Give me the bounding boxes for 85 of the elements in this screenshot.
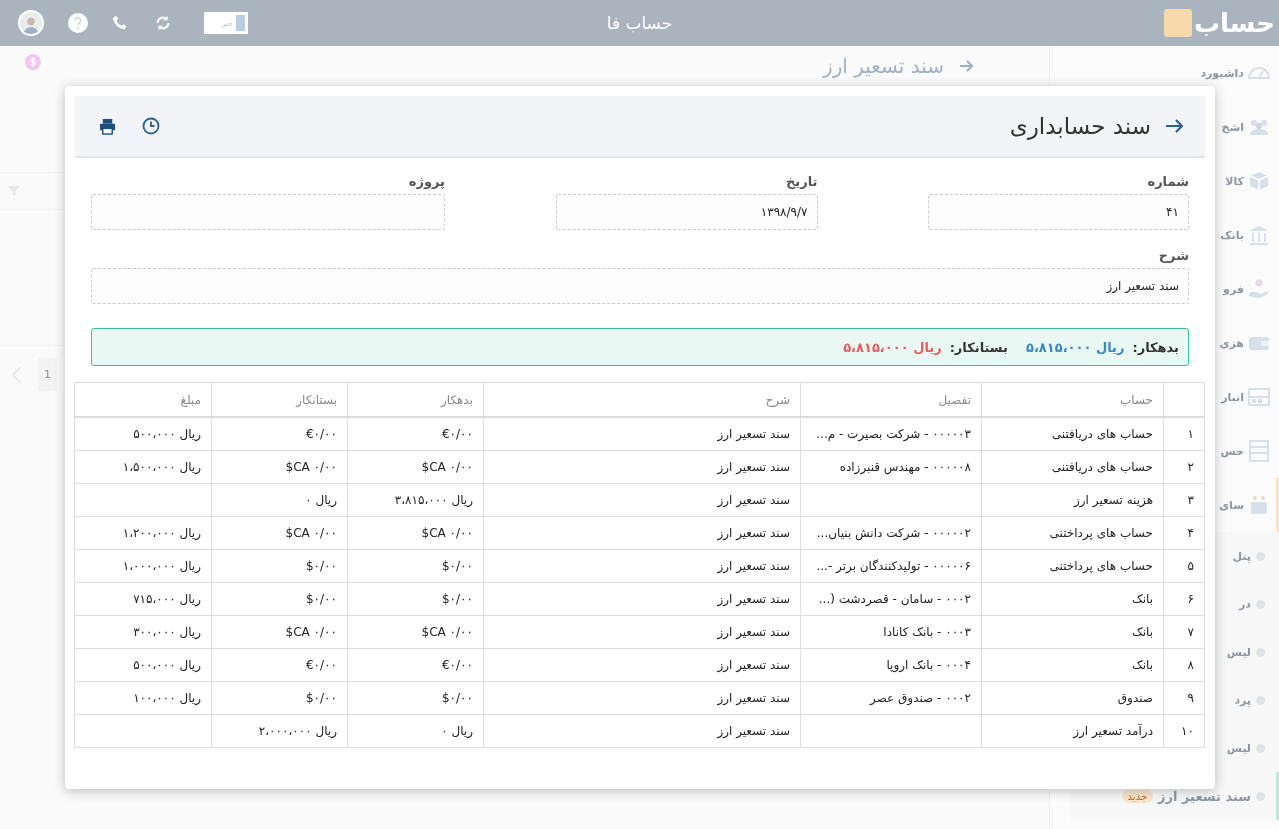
column-header: بستانکار bbox=[211, 382, 348, 417]
column-header: حساب bbox=[981, 382, 1164, 417]
amount-cell: ریال ۱،۰۰۰،۰۰۰ bbox=[74, 549, 212, 583]
app-title: حساب فا bbox=[606, 13, 673, 33]
row-number: ۵ bbox=[1163, 549, 1205, 583]
credit-cell: $۰/۰۰ bbox=[211, 549, 348, 583]
credit-cell: ریال ۰ bbox=[211, 483, 348, 517]
account-cell: حساب های دریافتنی bbox=[981, 450, 1164, 484]
credit-cell: $۰/۰۰ bbox=[211, 582, 348, 616]
debit-cell: €۰/۰۰ bbox=[347, 417, 484, 451]
debit-cell: $۰/۰۰ bbox=[347, 681, 484, 715]
detail-cell: ۰۰۰۰۰۳ - شرکت بصیرت - م... bbox=[800, 417, 982, 451]
row-number: ۷ bbox=[1163, 615, 1205, 649]
field-label: تاریخ bbox=[785, 174, 818, 191]
credit-cell: €۰/۰۰ bbox=[211, 417, 348, 451]
amount-cell: ریال ۵۰۰،۰۰۰ bbox=[74, 648, 212, 682]
credit-cell: $CA ۰/۰۰ bbox=[211, 450, 348, 484]
debit-cell: $CA ۰/۰۰ bbox=[347, 615, 484, 649]
debit-cell: ریال ۳،۸۱۵،۰۰۰ bbox=[347, 483, 484, 517]
field-label: شماره bbox=[1146, 174, 1189, 191]
description-cell: سند تسعیر ارز bbox=[483, 549, 801, 583]
credit-label: بستانکار: bbox=[949, 339, 1008, 355]
debit-cell: $CA ۰/۰۰ bbox=[347, 450, 484, 484]
column-header: بدهکار bbox=[347, 382, 484, 417]
account-cell: بانک bbox=[981, 582, 1164, 616]
debit-cell: $۰/۰۰ bbox=[347, 549, 484, 583]
description-cell: سند تسعیر ارز bbox=[483, 582, 801, 616]
debit-cell: $CA ۰/۰۰ bbox=[347, 516, 484, 550]
row-number: ۹ bbox=[1163, 681, 1205, 715]
credit-cell: ریال ۲،۰۰۰،۰۰۰ bbox=[211, 714, 348, 748]
row-number: ۱ bbox=[1163, 417, 1205, 451]
row-number: ۴ bbox=[1163, 516, 1205, 550]
detail-cell: ۰۰۰۰۰۸ - مهندس قنبرزاده bbox=[800, 450, 982, 484]
debit-cell: ریال ۰ bbox=[347, 714, 484, 748]
column-header: تفصیل bbox=[800, 382, 982, 417]
amount-cell: ریال ۱۰۰،۰۰۰ bbox=[74, 681, 212, 715]
debit-cell: €۰/۰۰ bbox=[347, 648, 484, 682]
account-cell: صندوق bbox=[981, 681, 1164, 715]
description-cell: سند تسعیر ارز bbox=[483, 714, 801, 748]
credit-cell: €۰/۰۰ bbox=[211, 648, 348, 682]
amount-cell: ریال ۱،۵۰۰،۰۰۰ bbox=[74, 450, 212, 484]
description-cell: سند تسعیر ارز bbox=[483, 417, 801, 451]
credit-total: ریال ۵،۸۱۵،۰۰۰ bbox=[843, 339, 942, 355]
amount-cell: ریال ۵۰۰،۰۰۰ bbox=[74, 417, 212, 451]
debit-label: بدهکار: bbox=[1132, 339, 1179, 355]
account-cell: بانک bbox=[981, 615, 1164, 649]
detail-cell: ۰۰۰۲ - سامان - قصردشت (... bbox=[800, 582, 982, 616]
detail-cell: ۰۰۰۳ - بانک کانادا bbox=[800, 615, 982, 649]
amount-cell: ریال ۷۱۵،۰۰۰ bbox=[74, 582, 212, 616]
description-cell: سند تسعیر ارز bbox=[483, 681, 801, 715]
account-cell: حساب های دریافتنی bbox=[981, 417, 1164, 451]
detail-cell: ۰۰۰۲ - صندوق عصر bbox=[800, 681, 982, 715]
account-cell: حساب های پرداختنی bbox=[981, 549, 1164, 583]
account-cell: هزینه تسعیر ارز bbox=[981, 483, 1164, 517]
debit-cell: $۰/۰۰ bbox=[347, 582, 484, 616]
page-title: سند تسعیر ارز bbox=[823, 54, 944, 78]
account-cell: حساب های پرداختنی bbox=[981, 516, 1164, 550]
account-cell: بانک bbox=[981, 648, 1164, 682]
description-cell: سند تسعیر ارز bbox=[483, 615, 801, 649]
amount-cell: ریال ۳۰۰،۰۰۰ bbox=[74, 615, 212, 649]
row-number: ۳ bbox=[1163, 483, 1205, 517]
detail-cell: ۰۰۰۰۰۲ - شرکت دانش بنیان... bbox=[800, 516, 982, 550]
news-label: خبر bbox=[221, 18, 233, 28]
field-label: شرح bbox=[1157, 248, 1189, 265]
account-cell: درآمد تسعیر ارز bbox=[981, 714, 1164, 748]
row-number: ۶ bbox=[1163, 582, 1205, 616]
column-header: شرح bbox=[483, 382, 801, 417]
amount-cell: ریال ۱،۲۰۰،۰۰۰ bbox=[74, 516, 212, 550]
detail-cell: ۰۰۰۰۰۶ - تولیدکنندگان برتر -... bbox=[800, 549, 982, 583]
field-label: پروژه bbox=[407, 174, 445, 191]
description-cell: سند تسعیر ارز bbox=[483, 516, 801, 550]
detail-cell: ۰۰۰۴ - بانک اروپا bbox=[800, 648, 982, 682]
credit-cell: $CA ۰/۰۰ bbox=[211, 615, 348, 649]
credit-cell: $۰/۰۰ bbox=[211, 681, 348, 715]
description-cell: سند تسعیر ارز bbox=[483, 450, 801, 484]
credit-cell: $CA ۰/۰۰ bbox=[211, 516, 348, 550]
dialog-title: سند حسابداری bbox=[1009, 113, 1151, 139]
description-cell: سند تسعیر ارز bbox=[483, 483, 801, 517]
row-number: ۸ bbox=[1163, 648, 1205, 682]
row-number: ۱۰ bbox=[1163, 714, 1205, 748]
new-badge: جدید bbox=[1121, 789, 1154, 803]
column-header: مبلغ bbox=[74, 382, 212, 417]
debit-total: ریال ۵،۸۱۵،۰۰۰ bbox=[1026, 339, 1125, 355]
row-number: ۲ bbox=[1163, 450, 1205, 484]
description-cell: سند تسعیر ارز bbox=[483, 648, 801, 682]
